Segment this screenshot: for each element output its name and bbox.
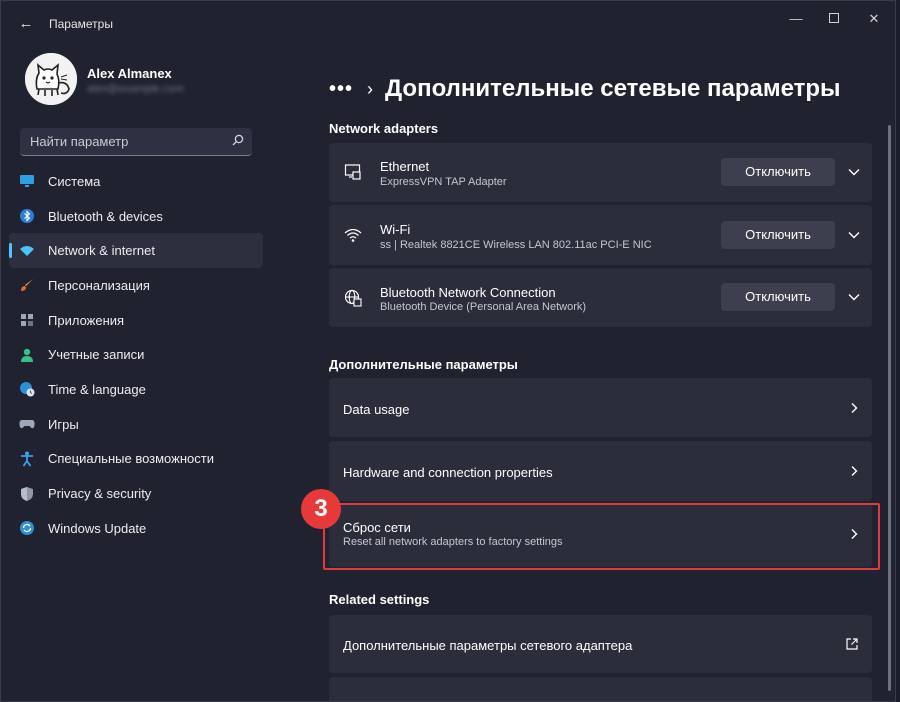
maximize-icon [829,13,839,23]
page-title: Дополнительные сетевые параметры [385,75,841,102]
settings-window: ← Параметры — ✕ Alex Almanex alex@exampl… [0,0,896,702]
sidebar-item-apps[interactable]: Приложения [9,303,263,338]
adapter-desc: Bluetooth Device (Personal Area Network) [380,301,587,313]
back-arrow-icon[interactable]: ← [15,13,37,35]
sidebar-item-label: Приложения [48,312,125,328]
avatar[interactable] [25,53,77,105]
setting-adapter-options[interactable]: Дополнительные параметры сетевого адапте… [329,615,872,673]
sidebar-item-label: Персонализация [48,277,150,293]
accessibility-icon [19,451,35,467]
sidebar-item-privacy[interactable]: Privacy & security [9,476,263,511]
adapter-name: Ethernet [380,159,430,174]
apps-icon [19,312,35,328]
setting-hardware-properties[interactable]: Hardware and connection properties [329,441,872,501]
sidebar-item-label: Time & language [48,381,146,397]
adapter-name: Bluetooth Network Connection [380,285,556,300]
person-icon [19,347,35,363]
ethernet-icon [343,162,363,182]
sidebar-item-label: Специальные возможности [48,451,214,467]
globe-icon [343,288,363,308]
section-more-settings: Дополнительные параметры [329,357,518,372]
sidebar-item-accessibility[interactable]: Специальные возможности [9,442,263,477]
disconnect-button[interactable]: Отключить [721,158,835,186]
monitor-icon [19,173,35,189]
adapter-card-wifi[interactable]: Wi-Fi ss | Realtek 8821CE Wireless LAN 8… [329,205,872,265]
disconnect-button[interactable]: Отключить [721,221,835,249]
minimize-button[interactable]: — [781,9,811,29]
setting-title: Дополнительные параметры сетевого адапте… [343,638,633,653]
wifi-icon [343,225,363,245]
sidebar-item-gaming[interactable]: Игры [9,407,263,442]
gamepad-icon [19,416,35,432]
sidebar-item-label: Network & internet [48,243,155,259]
globe-clock-icon [19,381,35,397]
annotation-step-badge: 3 [301,489,341,529]
user-name: Alex Almanex [87,66,172,81]
scrollbar[interactable] [888,125,891,691]
chevron-down-icon[interactable] [847,228,861,242]
maximize-button[interactable] [819,9,849,29]
sidebar-item-bluetooth[interactable]: Bluetooth & devices [9,199,263,234]
external-link-icon [846,638,858,650]
sidebar-item-personalization[interactable]: Персонализация [9,268,263,303]
sidebar-item-label: Учетные записи [48,347,145,363]
close-button[interactable]: ✕ [859,9,889,29]
search-icon[interactable] [232,134,244,146]
annotation-highlight-frame [323,503,880,570]
sidebar-item-time-language[interactable]: Time & language [9,372,263,407]
disconnect-button[interactable]: Отключить [721,283,835,311]
window-title: Параметры [49,17,113,31]
adapter-card-ethernet[interactable]: Ethernet ExpressVPN TAP Adapter Отключит… [329,143,872,202]
chevron-down-icon[interactable] [847,165,861,179]
breadcrumb: ••• › Дополнительные сетевые параметры [329,73,841,105]
adapter-name: Wi-Fi [380,222,411,237]
setting-next-partial[interactable] [329,677,872,701]
sidebar-item-network[interactable]: Network & internet [9,233,263,269]
sidebar-item-label: Windows Update [48,520,147,536]
setting-title: Data usage [343,402,410,417]
sidebar-item-label: Privacy & security [48,486,152,502]
title-bar: ← Параметры — ✕ [1,1,895,47]
breadcrumb-chevron-icon: › [367,78,374,99]
shield-icon [19,486,35,502]
brush-icon [19,277,35,293]
sidebar-item-accounts[interactable]: Учетные записи [9,337,263,372]
update-icon [19,520,35,536]
sidebar-item-label: Система [48,173,101,189]
search-placeholder: Найти параметр [30,134,129,149]
sidebar-item-label: Игры [48,416,79,432]
breadcrumb-more-button[interactable]: ••• [329,78,353,101]
search-input[interactable]: Найти параметр [20,128,252,156]
adapter-desc: ExpressVPN TAP Adapter [380,176,507,188]
chevron-down-icon[interactable] [847,290,861,304]
wifi-icon [19,243,35,259]
sidebar-item-windows-update[interactable]: Windows Update [9,511,263,546]
sidebar-nav: Система Bluetooth & devices Network & in… [9,164,263,546]
chevron-right-icon [851,466,858,476]
setting-data-usage[interactable]: Data usage [329,378,872,437]
cat-avatar-icon [25,53,77,105]
adapter-card-bluetooth-network[interactable]: Bluetooth Network Connection Bluetooth D… [329,268,872,327]
sidebar-item-label: Bluetooth & devices [48,208,163,224]
sidebar-item-system[interactable]: Система [9,164,263,199]
setting-title: Hardware and connection properties [343,465,553,480]
user-email: alex@example.com [87,83,184,95]
adapter-desc: ss | Realtek 8821CE Wireless LAN 802.11a… [380,239,652,251]
bluetooth-icon [19,208,35,224]
section-network-adapters: Network adapters [329,121,439,136]
chevron-right-icon [851,403,858,413]
section-related-settings: Related settings [329,592,430,607]
